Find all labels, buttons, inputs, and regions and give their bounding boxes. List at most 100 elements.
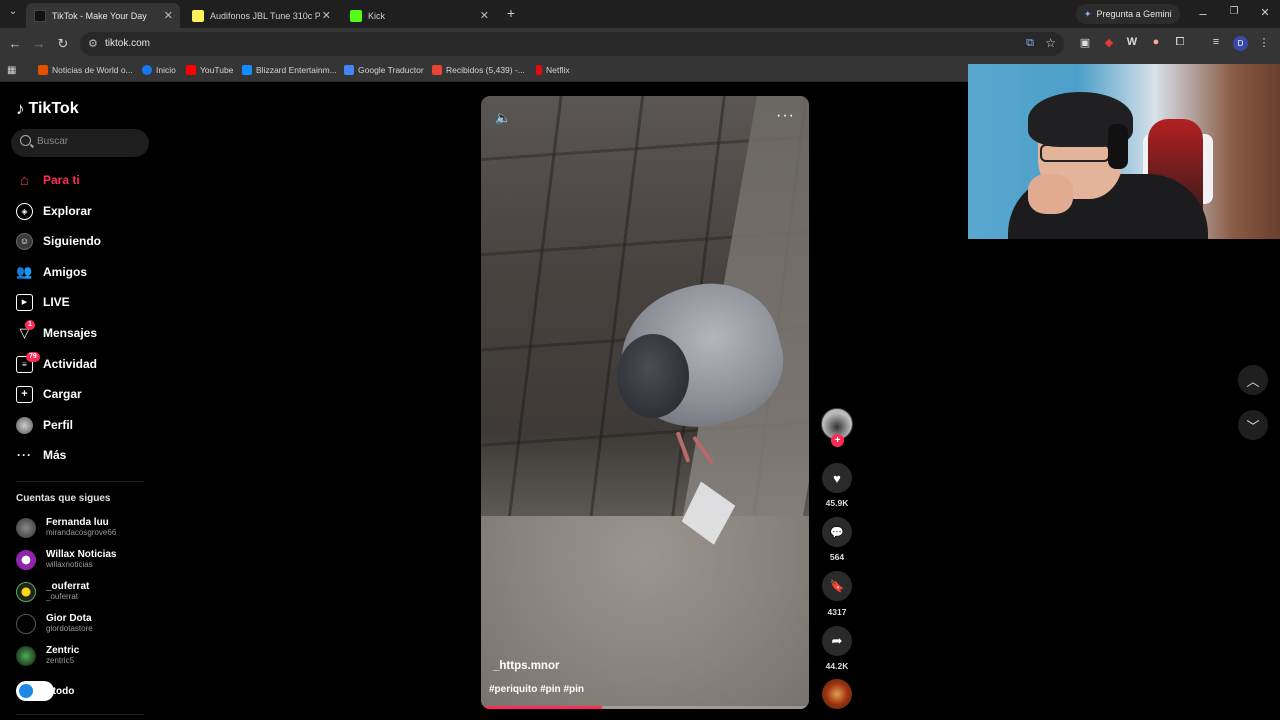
back-icon[interactable]: ← bbox=[7, 36, 23, 51]
nav-label: Para ti bbox=[43, 173, 80, 187]
bookmark-google-traductor[interactable]: Google Traductor bbox=[344, 65, 424, 75]
more-options-icon[interactable]: ··· bbox=[776, 107, 795, 125]
close-tab-icon[interactable]: ✕ bbox=[480, 9, 489, 22]
music-disc-icon[interactable] bbox=[822, 679, 852, 709]
bookmark-noticias[interactable]: Noticias de World o... bbox=[38, 65, 133, 75]
nav-amigos[interactable]: 👥 Amigos bbox=[16, 262, 87, 282]
extension-1-icon[interactable]: ▣ bbox=[1077, 36, 1093, 49]
nav-live[interactable]: ▶ LIVE bbox=[16, 292, 70, 312]
close-tab-icon[interactable]: ✕ bbox=[164, 9, 173, 22]
window-close-icon[interactable]: ✕ bbox=[1257, 6, 1273, 19]
tab-title: Kick bbox=[368, 10, 386, 21]
save-button[interactable]: 🔖 bbox=[822, 571, 852, 601]
comment-button[interactable]: 💬 bbox=[822, 517, 852, 547]
video-author[interactable]: _https.mnor bbox=[493, 660, 559, 672]
share-icon: ➦ bbox=[831, 633, 843, 648]
activity-badge: 79 bbox=[26, 351, 40, 362]
nav-para-ti[interactable]: ⌂ Para ti bbox=[16, 170, 80, 190]
like-count: 45.9K bbox=[825, 498, 849, 508]
video-progress-bar[interactable] bbox=[481, 706, 809, 709]
new-tab-icon[interactable]: + bbox=[503, 5, 519, 21]
bookmark-label: Blizzard Entertainm... bbox=[256, 65, 337, 75]
tab-tiktok[interactable]: TikTok - Make Your Day ✕ bbox=[26, 3, 180, 28]
nav-perfil[interactable]: Perfil bbox=[16, 415, 73, 435]
bookmark-blizzard[interactable]: Blizzard Entertainm... bbox=[242, 65, 337, 75]
account-item[interactable]: Fernanda luu mirandacosgrove66 bbox=[16, 517, 116, 538]
nav-label: Amigos bbox=[43, 265, 88, 279]
translate-icon bbox=[344, 65, 354, 75]
extensions-puzzle-icon[interactable]: ⧠ bbox=[1172, 36, 1188, 49]
following-section-title: Cuentas que sigues bbox=[16, 493, 111, 504]
gemini-label: Pregunta a Gemini bbox=[1096, 9, 1172, 19]
reload-icon[interactable]: ↻ bbox=[55, 36, 71, 52]
see-all-link[interactable]: r todo bbox=[16, 681, 74, 701]
extension-3-icon[interactable]: W bbox=[1124, 36, 1140, 48]
omnibox[interactable]: ⚙ tiktok.com ⧉ ☆ bbox=[80, 32, 1064, 56]
bookmark-star-icon[interactable]: ☆ bbox=[1045, 36, 1056, 50]
live-icon: ▶ bbox=[16, 293, 33, 311]
avatar bbox=[16, 613, 36, 634]
netflix-icon bbox=[536, 65, 542, 75]
tab-kick[interactable]: Kick ✕ bbox=[342, 3, 496, 28]
account-item[interactable]: Zentric zentric5 bbox=[16, 645, 79, 666]
gemini-button[interactable]: ✦ Pregunta a Gemini bbox=[1076, 4, 1180, 24]
video-player[interactable]: 🔈 ··· _https.mnor #periquito #pin #pin bbox=[481, 96, 809, 709]
nav-label: Mensajes bbox=[43, 326, 98, 340]
close-tab-icon[interactable]: ✕ bbox=[322, 9, 331, 22]
forward-icon[interactable]: → bbox=[31, 36, 47, 51]
comment-icon: 💬 bbox=[830, 526, 844, 539]
tab-search-icon[interactable]: ⌄ bbox=[5, 6, 21, 17]
bookmark-netflix[interactable]: Netflix bbox=[536, 65, 570, 75]
account-item[interactable]: Gior Dota giordotastore bbox=[16, 613, 93, 634]
apps-grid-icon[interactable]: ▦ bbox=[7, 65, 16, 76]
video-description[interactable]: #periquito #pin #pin bbox=[489, 684, 584, 695]
site-info-icon[interactable]: ⚙ bbox=[88, 37, 98, 50]
media-controls-icon[interactable]: ≡ bbox=[1208, 36, 1224, 48]
search-box[interactable] bbox=[11, 129, 149, 157]
profile-initial: D bbox=[1237, 39, 1244, 48]
account-item[interactable]: _ouferrat _ouferrat bbox=[16, 581, 89, 602]
account-handle: willaxnoticias bbox=[46, 560, 93, 569]
search-input[interactable] bbox=[37, 136, 137, 147]
compass-icon: ◈ bbox=[16, 202, 33, 220]
nav-siguiendo[interactable]: ☺ Siguiendo bbox=[16, 231, 101, 251]
bookmark-youtube[interactable]: YouTube bbox=[186, 65, 233, 75]
account-name: _ouferrat bbox=[46, 581, 90, 592]
bookmark-inicio[interactable]: Inicio bbox=[142, 65, 176, 75]
next-video-button[interactable]: ﹀ bbox=[1238, 410, 1268, 440]
nav-mas[interactable]: ··· Más bbox=[16, 445, 66, 465]
bookmark-label: Google Traductor bbox=[358, 65, 424, 75]
nav-actividad[interactable]: ≡ 79 Actividad bbox=[16, 351, 98, 374]
nav-label: Más bbox=[43, 448, 67, 462]
nav-explorar[interactable]: ◈ Explorar bbox=[16, 201, 92, 221]
profile-avatar[interactable]: D bbox=[1233, 36, 1248, 51]
extension-4-icon[interactable]: ● bbox=[1148, 36, 1164, 48]
nav-cargar[interactable]: + Cargar bbox=[16, 384, 82, 404]
previous-video-button[interactable]: ︿ bbox=[1238, 365, 1268, 395]
browser-tab-bar: ⌄ TikTok - Make Your Day ✕ Audifonos JBL… bbox=[0, 0, 1280, 28]
minimize-icon[interactable]: – bbox=[1195, 6, 1211, 21]
nav-mensajes[interactable]: ▽ 1 Mensajes bbox=[16, 319, 98, 343]
avatar bbox=[16, 645, 36, 666]
account-handle: zentric5 bbox=[46, 656, 75, 665]
logo-text: TikTok bbox=[28, 100, 79, 117]
tab-audifonos[interactable]: Audifonos JBL Tune 310c Pure ✕ bbox=[184, 3, 338, 28]
nav-label: LIVE bbox=[43, 295, 70, 309]
account-item[interactable]: Willax Noticias willaxnoticias bbox=[16, 549, 117, 570]
tiktok-logo[interactable]: ♪ TikTok bbox=[16, 99, 79, 119]
video-progress-fill bbox=[481, 706, 603, 709]
news-icon bbox=[38, 65, 48, 75]
follow-plus-icon[interactable]: + bbox=[831, 434, 844, 447]
nav-label: Actividad bbox=[43, 357, 98, 371]
bookmark-label: YouTube bbox=[200, 65, 234, 75]
share-button[interactable]: ➦ bbox=[822, 626, 852, 656]
save-count: 4317 bbox=[827, 607, 847, 617]
extension-2-icon[interactable]: ◆ bbox=[1101, 36, 1117, 49]
bookmark-icon: 🔖 bbox=[829, 579, 845, 593]
install-app-icon[interactable]: ⧉ bbox=[1026, 37, 1034, 50]
bookmark-gmail[interactable]: Recibidos (5,439) -... bbox=[432, 65, 525, 75]
restore-icon[interactable]: ❐ bbox=[1226, 6, 1242, 17]
volume-icon[interactable]: 🔈 bbox=[495, 110, 511, 126]
like-button[interactable]: ♥ bbox=[822, 463, 852, 493]
browser-menu-icon[interactable]: ⋮ bbox=[1256, 36, 1272, 49]
